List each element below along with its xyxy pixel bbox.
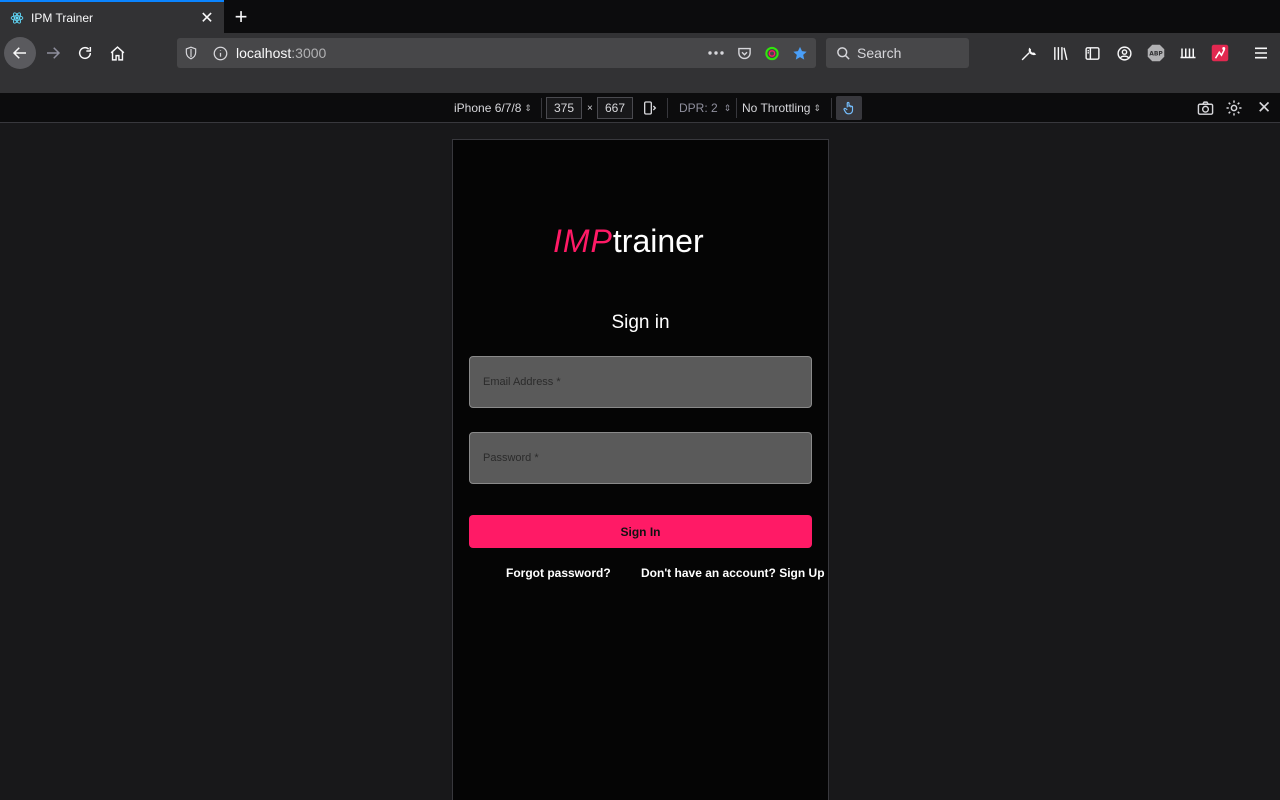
menu-icon[interactable]: [1252, 44, 1270, 62]
settings-icon[interactable]: [1225, 93, 1243, 123]
imp-trainer-logo: IMP trainer: [553, 223, 704, 259]
search-bar[interactable]: Search: [826, 38, 969, 68]
close-icon[interactable]: ✕: [197, 8, 217, 28]
tab-title: IPM Trainer: [31, 10, 94, 25]
separator: [736, 98, 737, 118]
sidebar-icon[interactable]: [1083, 44, 1101, 62]
viewport-width-input[interactable]: 375: [546, 97, 582, 119]
device-select[interactable]: iPhone 6/7/8 ⇕: [454, 93, 532, 123]
camera-icon[interactable]: [1197, 93, 1214, 123]
logo-imp-text: IMP: [553, 222, 613, 259]
wrench-icon[interactable]: [1019, 44, 1037, 62]
sign-up-link[interactable]: Don't have an account? Sign Up: [641, 566, 825, 580]
separator: [831, 98, 832, 118]
search-icon: [835, 45, 851, 61]
rotate-icon[interactable]: [642, 93, 658, 123]
logo-trainer-text: trainer: [612, 222, 704, 259]
email-input[interactable]: [470, 357, 811, 407]
home-icon[interactable]: [101, 37, 133, 69]
svg-text:ABP: ABP: [1149, 51, 1163, 58]
library-icon[interactable]: [1051, 44, 1069, 62]
tab-strip: IPM Trainer ✕ +: [0, 0, 1280, 33]
password-input[interactable]: [470, 433, 811, 483]
tab-ipm-trainer[interactable]: IPM Trainer ✕: [0, 0, 224, 33]
forward-icon[interactable]: [37, 37, 69, 69]
dimension-times: ×: [587, 102, 593, 114]
responsive-design-toolbar: iPhone 6/7/8 ⇕ 375 × 667 DPR: 2 ⇕ No Throt…: [0, 93, 1280, 123]
navigation-bar: localhost:3000 Search ABP: [0, 33, 1280, 74]
extension-icon[interactable]: [764, 45, 780, 61]
pocket-icon[interactable]: [736, 45, 752, 61]
separator: [541, 98, 542, 118]
more-icon[interactable]: [708, 45, 724, 61]
sign-in-button[interactable]: Sign In: [469, 515, 812, 548]
bookmark-star-icon[interactable]: [792, 45, 808, 61]
shield-icon[interactable]: [183, 45, 199, 61]
touch-icon[interactable]: [836, 96, 862, 120]
dpr-select[interactable]: DPR: 2 ⇕: [679, 93, 731, 123]
device-viewport: IMPtrainer Sign in Sign In Forgot passwo…: [452, 139, 829, 800]
url-text[interactable]: localhost:3000: [236, 45, 326, 61]
throttling-select[interactable]: No Throttling ⇕: [742, 93, 821, 123]
toolbar-spacer: [0, 74, 1280, 93]
url-bar[interactable]: localhost:3000: [177, 38, 816, 68]
viewport-height-input[interactable]: 667: [597, 97, 633, 119]
forgot-password-link[interactable]: Forgot password?: [506, 566, 611, 580]
password-field[interactable]: [469, 432, 812, 484]
reload-icon[interactable]: [69, 37, 101, 69]
game-icon[interactable]: [1211, 44, 1229, 62]
search-placeholder: Search: [857, 45, 902, 61]
plus-icon[interactable]: +: [229, 4, 253, 29]
page-title: Sign in: [611, 312, 670, 333]
separator: [667, 98, 668, 118]
back-icon[interactable]: [4, 37, 36, 69]
email-field[interactable]: [469, 356, 812, 408]
ruler-icon[interactable]: [1179, 44, 1197, 62]
info-icon[interactable]: [212, 45, 228, 61]
close-icon[interactable]: ✕: [1257, 93, 1271, 123]
account-icon[interactable]: [1115, 44, 1133, 62]
abp-icon[interactable]: ABP: [1147, 44, 1165, 62]
react-icon: [9, 10, 25, 26]
